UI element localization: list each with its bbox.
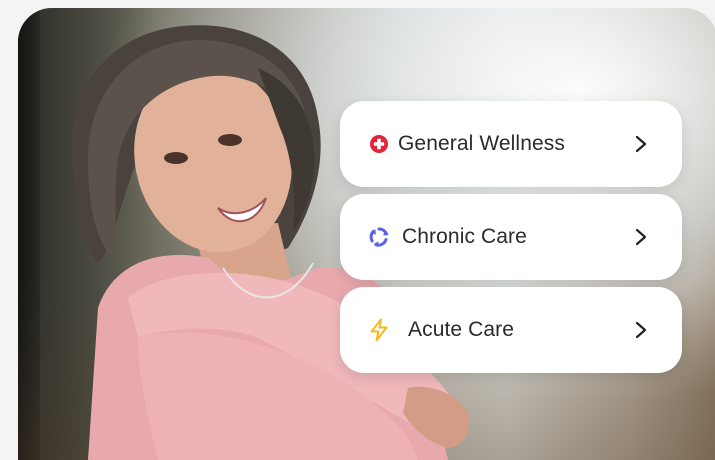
chevron-right-icon xyxy=(635,135,647,153)
acute-care-option[interactable]: Acute Care xyxy=(340,287,682,373)
general-wellness-option[interactable]: General Wellness xyxy=(340,101,682,187)
care-options-menu: General Wellness Chronic Care Acute Care xyxy=(340,101,682,380)
chevron-right-icon xyxy=(635,228,647,246)
recycle-cycle-icon xyxy=(368,226,390,248)
chronic-care-label: Chronic Care xyxy=(402,225,527,248)
general-wellness-label: General Wellness xyxy=(398,132,565,155)
chevron-right-icon xyxy=(635,321,647,339)
chronic-care-option[interactable]: Chronic Care xyxy=(340,194,682,280)
acute-care-label: Acute Care xyxy=(408,318,515,341)
medical-cross-icon xyxy=(368,133,390,155)
lightning-bolt-icon xyxy=(368,318,390,342)
